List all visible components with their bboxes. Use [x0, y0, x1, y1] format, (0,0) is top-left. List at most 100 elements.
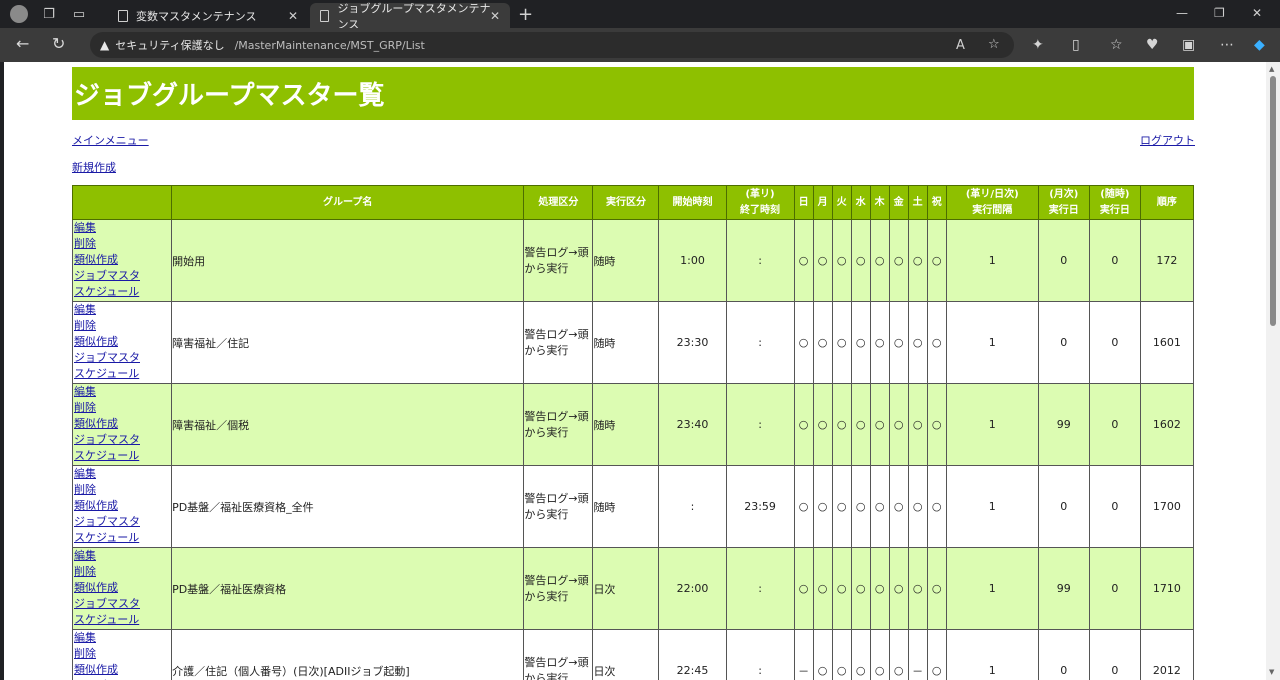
delete-link[interactable]: 削除: [74, 564, 171, 580]
duplicate-link[interactable]: 類似作成: [74, 252, 171, 268]
job-master-link[interactable]: ジョブマスタ: [74, 432, 171, 448]
day-flag-cell: ○: [793, 383, 814, 466]
job-master-link[interactable]: ジョブマスタ: [74, 514, 171, 530]
header-mon: 月: [812, 185, 833, 220]
delete-link[interactable]: 削除: [74, 646, 171, 662]
edit-link[interactable]: 編集: [74, 220, 171, 236]
favorite-star-icon[interactable]: ☆: [988, 37, 1000, 52]
close-icon[interactable]: ✕: [288, 9, 298, 23]
day-flag-cell: ○: [926, 629, 947, 680]
header-fri: 金: [888, 185, 909, 220]
end-time-cell: :: [725, 629, 795, 680]
favorites-icon[interactable]: ☆: [1110, 37, 1123, 53]
interval-cell: 1: [945, 629, 1039, 680]
day-flag-cell: ○: [869, 547, 890, 630]
edit-link[interactable]: 編集: [74, 384, 171, 400]
adhoc-day-cell: 0: [1088, 301, 1141, 384]
scrollbar-thumb[interactable]: [1270, 76, 1276, 326]
scroll-up-icon[interactable]: ▲: [1269, 65, 1274, 73]
edit-link[interactable]: 編集: [74, 548, 171, 564]
day-flag-cell: ○: [926, 465, 947, 548]
browser-essentials-icon[interactable]: ♥: [1146, 37, 1159, 53]
logout-link[interactable]: ログアウト: [1140, 132, 1195, 148]
scroll-down-icon[interactable]: ▼: [1269, 668, 1274, 676]
interval-cell: 1: [945, 383, 1039, 466]
end-time-cell: :: [725, 301, 795, 384]
end-time-cell: :: [725, 547, 795, 630]
collections-icon[interactable]: ▣: [1182, 37, 1195, 53]
header-proc: 処理区分: [523, 185, 594, 220]
order-cell: 1601: [1139, 301, 1195, 384]
edit-link[interactable]: 編集: [74, 302, 171, 318]
duplicate-link[interactable]: 類似作成: [74, 662, 171, 678]
interval-cell: 1: [945, 301, 1039, 384]
day-flag-cell: ○: [793, 219, 814, 302]
split-screen-icon[interactable]: ▯: [1072, 37, 1080, 53]
duplicate-link[interactable]: 類似作成: [74, 498, 171, 514]
start-time-cell: 22:45: [658, 629, 727, 680]
day-flag-cell: ○: [888, 629, 909, 680]
day-flag-cell: ○: [869, 629, 890, 680]
delete-link[interactable]: 削除: [74, 318, 171, 334]
day-flag-cell: ○: [869, 465, 890, 548]
duplicate-link[interactable]: 類似作成: [74, 416, 171, 432]
duplicate-link[interactable]: 類似作成: [74, 580, 171, 596]
warning-icon: ▲: [100, 38, 110, 52]
collections-icon[interactable]: ❐: [40, 5, 58, 23]
close-window-icon[interactable]: ✕: [1252, 6, 1262, 20]
page-scrollbar[interactable]: ▲ ▼: [1266, 62, 1280, 680]
header-monthly: (月次) 実行日: [1037, 185, 1090, 220]
group-name-cell: PD基盤／福祉医療資格: [171, 547, 525, 630]
restore-icon[interactable]: ❐: [1214, 6, 1225, 20]
exec-type-cell: 随時: [592, 465, 660, 548]
edit-link[interactable]: 編集: [74, 630, 171, 646]
group-name-cell: 障害福祉／個税: [171, 383, 525, 466]
row-actions: 編集削除類似作成ジョブマスタスケジュール: [71, 547, 173, 630]
edit-link[interactable]: 編集: [74, 466, 171, 482]
refresh-icon[interactable]: ↻: [52, 34, 65, 53]
schedule-link[interactable]: スケジュール: [74, 448, 171, 464]
browser-tab-variables[interactable]: 変数マスタメンテナンス ✕: [108, 3, 308, 28]
adhoc-day-cell: 0: [1088, 383, 1141, 466]
back-icon[interactable]: ←: [16, 34, 29, 53]
interval-cell: 1: [945, 219, 1039, 302]
day-flag-cell: ○: [888, 383, 909, 466]
tab-actions-icon[interactable]: ▭: [70, 5, 88, 23]
read-aloud-icon[interactable]: A: [956, 38, 965, 53]
duplicate-link[interactable]: 類似作成: [74, 334, 171, 350]
schedule-link[interactable]: スケジュール: [74, 366, 171, 382]
more-icon[interactable]: ⋯: [1220, 37, 1234, 53]
delete-link[interactable]: 削除: [74, 236, 171, 252]
adhoc-day-cell: 0: [1088, 219, 1141, 302]
day-flag-cell: ○: [850, 219, 871, 302]
header-wed: 水: [850, 185, 871, 220]
profile-avatar[interactable]: [10, 5, 28, 23]
schedule-link[interactable]: スケジュール: [74, 612, 171, 628]
day-flag-cell: ○: [926, 219, 947, 302]
job-master-link[interactable]: ジョブマスタ: [74, 350, 171, 366]
minimize-icon[interactable]: —: [1176, 6, 1188, 20]
new-tab-icon[interactable]: +: [518, 4, 533, 25]
new-link[interactable]: 新規作成: [72, 159, 116, 175]
copilot-icon[interactable]: ◆: [1254, 37, 1265, 53]
proc-type-cell: 警告ログ→頭から実行: [523, 629, 594, 680]
table-row: 編集 削除 類似作成 ジョブマスタ スケジュール 開始用 警告ログ→頭から実行 随時 1:00:…: [71, 219, 1195, 302]
row-actions: 編集削除類似作成ジョブマスタスケジュール: [71, 219, 173, 302]
delete-link[interactable]: 削除: [74, 400, 171, 416]
monthly-day-cell: 99: [1037, 547, 1090, 630]
day-flag-cell: ○: [869, 383, 890, 466]
day-flag-cell: ○: [888, 219, 909, 302]
schedule-link[interactable]: スケジュール: [74, 284, 171, 300]
job-master-link[interactable]: ジョブマスタ: [74, 596, 171, 612]
extensions-icon[interactable]: ✦: [1032, 37, 1044, 53]
job-master-link[interactable]: ジョブマスタ: [74, 268, 171, 284]
main-menu-link[interactable]: メインメニュー: [72, 132, 149, 148]
header-end: (革リ) 終了時刻: [725, 185, 795, 220]
group-name-cell: 開始用: [171, 219, 525, 302]
browser-tab-jobgroup[interactable]: ジョブグループマスタメンテナンス ✕: [310, 2, 510, 31]
monthly-day-cell: 0: [1037, 465, 1090, 548]
schedule-link[interactable]: スケジュール: [74, 530, 171, 546]
address-bar[interactable]: ▲ セキュリティ保護なし /MasterMaintenance/MST_GRP/…: [90, 32, 1014, 58]
delete-link[interactable]: 削除: [74, 482, 171, 498]
close-icon[interactable]: ✕: [490, 9, 500, 23]
